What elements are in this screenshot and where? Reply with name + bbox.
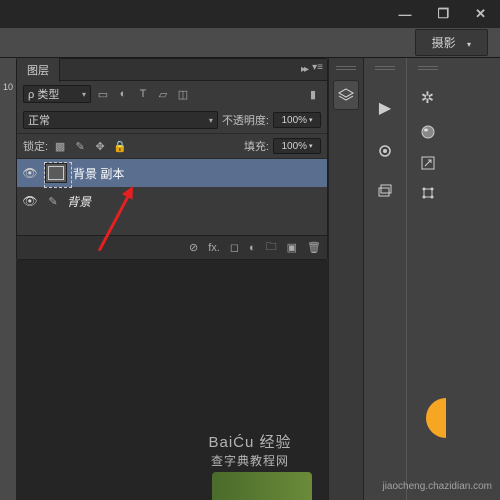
options-bar: 摄影 ▾ xyxy=(0,28,500,58)
resize-icon[interactable] xyxy=(421,156,435,170)
collapsed-panel-1 xyxy=(328,58,364,500)
layer-filter-row: ρ 类型 ▾ ▭ ◐ T ▱ ◫ ▮ xyxy=(17,81,327,107)
green-image-edge xyxy=(212,472,312,500)
close-button[interactable]: ✕ xyxy=(469,2,492,26)
maximize-button[interactable]: ❐ xyxy=(431,2,455,26)
panel-menu-icon[interactable]: ▸▸ xyxy=(301,64,307,75)
visibility-icon[interactable]: 👁 xyxy=(21,194,39,208)
filter-pixel-icon[interactable]: ▭ xyxy=(95,86,111,102)
crop-shortcut-icon[interactable] xyxy=(378,184,392,198)
ruler-left: 10 xyxy=(0,58,16,500)
workspace-label: 摄影 xyxy=(432,36,456,50)
watermark-url: jiaocheng.chazidian.com xyxy=(382,481,492,492)
tab-layers[interactable]: 图层 xyxy=(17,58,60,82)
panel-grip-icon[interactable] xyxy=(415,64,441,72)
filter-adjust-icon[interactable]: ◐ xyxy=(115,86,131,102)
delete-layer-icon[interactable]: 🗑 xyxy=(307,241,321,254)
lock-label: 锁定: xyxy=(23,138,48,154)
layers-footer: ⊘ fx. ◻ ◐ 🗀 ▣ 🗑 xyxy=(17,235,327,259)
lock-pixels-icon[interactable]: ✎ xyxy=(72,138,88,154)
panel-grip-icon[interactable] xyxy=(333,64,359,72)
watermark-main: BaiĆu 经验 查字典教程网 xyxy=(208,434,291,468)
brush-icon: ✎ xyxy=(45,193,61,209)
layer-list: 👁 背景 副本 👁 ✎ 背景 xyxy=(17,159,327,235)
visibility-icon[interactable]: 👁 xyxy=(21,166,39,180)
right-gap xyxy=(448,58,500,500)
panel-tabs: 图层 ▸▸ ▾≡ xyxy=(17,59,327,81)
layer-mask-icon[interactable]: ◻ xyxy=(230,241,239,254)
minimize-button[interactable]: — xyxy=(392,3,417,26)
window-titlebar: — ❐ ✕ xyxy=(0,0,500,28)
opacity-label: 不透明度: xyxy=(222,112,269,128)
layers-panel: 图层 ▸▸ ▾≡ ρ 类型 ▾ ▭ ◐ T ▱ ◫ ▮ 正常 ▾ xyxy=(16,58,328,260)
link-layers-icon[interactable]: ⊘ xyxy=(189,241,198,254)
workspace-switcher[interactable]: 摄影 ▾ xyxy=(415,29,488,56)
filter-toggle-icon[interactable]: ▮ xyxy=(305,86,321,102)
adjustment-layer-icon[interactable]: ◐ xyxy=(249,242,256,254)
record-icon[interactable] xyxy=(378,144,392,158)
chevron-down-icon: ▾ xyxy=(82,90,86,99)
blend-opacity-row: 正常 ▾ 不透明度: 100%▾ xyxy=(17,107,327,133)
lock-fill-row: 锁定: ▩ ✎ ✥ 🔒 填充: 100%▾ xyxy=(17,133,327,159)
panel-collapse-icon[interactable]: ▾≡ xyxy=(312,62,323,73)
lock-position-icon[interactable]: ✥ xyxy=(92,138,108,154)
layer-row[interactable]: 👁 ✎ 背景 xyxy=(17,187,327,215)
group-icon[interactable]: 🗀 xyxy=(266,238,277,257)
new-layer-icon[interactable]: ▣ xyxy=(287,241,297,254)
ruler-mark: 10 xyxy=(3,82,13,92)
fill-input[interactable]: 100%▾ xyxy=(273,138,321,154)
layer-name[interactable]: 背景 xyxy=(67,193,91,210)
sphere-icon[interactable] xyxy=(420,124,436,140)
blend-mode-select[interactable]: 正常 ▾ xyxy=(23,111,218,129)
filter-shape-icon[interactable]: ▱ xyxy=(155,86,171,102)
filter-smart-icon[interactable]: ◫ xyxy=(175,86,191,102)
play-icon[interactable]: ▶ xyxy=(379,98,391,118)
layer-row[interactable]: 👁 背景 副本 xyxy=(17,159,327,187)
fill-label: 填充: xyxy=(244,138,269,154)
panel-grip-icon[interactable] xyxy=(372,64,398,72)
chevron-down-icon: ▾ xyxy=(209,116,213,125)
filter-type-icon[interactable]: T xyxy=(135,86,151,102)
collapsed-panel-2: ▶ xyxy=(364,58,406,500)
chevron-down-icon: ▾ xyxy=(467,40,471,49)
layer-name[interactable]: 背景 副本 xyxy=(73,165,124,182)
layers-icon[interactable] xyxy=(333,80,359,110)
opacity-input[interactable]: 100%▾ xyxy=(273,112,321,128)
lock-all-icon[interactable]: 🔒 xyxy=(112,138,128,154)
anchor-icon[interactable] xyxy=(421,186,435,200)
lock-transparent-icon[interactable]: ▩ xyxy=(52,138,68,154)
filter-kind-select[interactable]: ρ 类型 ▾ xyxy=(23,85,91,103)
layer-fx-icon[interactable]: fx. xyxy=(208,242,220,254)
compass-icon[interactable]: ✲ xyxy=(421,88,434,108)
layer-thumbnail[interactable] xyxy=(45,163,67,183)
